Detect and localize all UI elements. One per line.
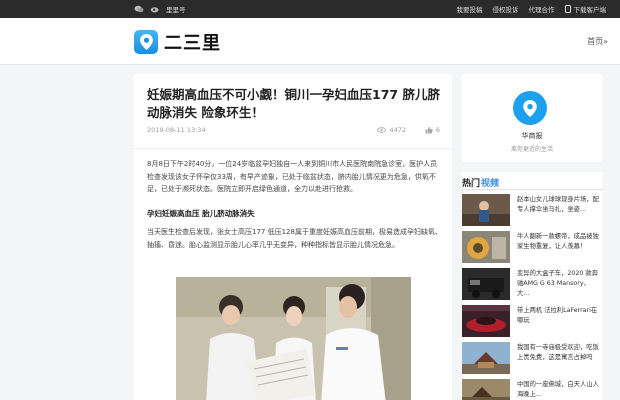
video-item[interactable]: 变异的大盒子车，2020 款奔驰AMG G 63 Mansory，大... — [462, 268, 602, 302]
article-card: 妊娠期高血压不可小觑！铜川一孕妇血压177 脐儿脐动脉消失 险象环生！ 2019… — [134, 74, 452, 400]
location-pin-icon — [134, 30, 158, 54]
video-thumbnail — [462, 379, 510, 400]
video-thumbnail — [462, 268, 510, 300]
article-subheading: 孕妇妊娠高血压 胎儿脐动脉消失 — [147, 209, 255, 218]
article-title: 妊娠期高血压不可小觑！铜川一孕妇血压177 脐儿脐动脉消失 险象环生！ — [147, 87, 440, 120]
weibo-icon[interactable] — [150, 5, 160, 13]
author-name[interactable]: 华商报 — [462, 131, 602, 141]
publish-date: 2019-08-11 13:34 — [147, 126, 206, 134]
hot-videos-panel: 热门 视频 赵本山女儿球球现身片场，配专人撑伞坐马扎，坐姿... 牛人翻新一款螺帝… — [462, 172, 602, 400]
home-link[interactable]: 首页» — [587, 36, 608, 47]
video-title: 变异的大盒子车，2020 款奔驰AMG G 63 Mansory，大... — [517, 270, 598, 297]
location-pin-icon — [523, 99, 537, 117]
download-app-label: 下载客户端 — [573, 6, 607, 14]
site-name-link[interactable]: 里里号 — [166, 4, 186, 14]
video-title: 带上两机 法拉利LaFerrari在哪玩 — [517, 307, 598, 324]
hot-videos-heading: 热门 视频 — [462, 176, 499, 189]
video-item[interactable]: 赵本山女儿球球现身片场，配专人撑伞坐马扎，坐姿... — [462, 194, 602, 228]
thumbs-up-icon — [425, 126, 433, 134]
logo-text: 二三里 — [164, 33, 221, 54]
hot-videos-heading-part2: 视频 — [481, 179, 500, 189]
download-app-link[interactable]: 下载客户端 — [564, 4, 607, 14]
top-bar-links: 我要投稿 侵权投诉 代理合作 下载客户端 — [457, 0, 607, 18]
video-title: 我国有一寺庙极受欢迎，吃饭上贵免费，这是寓言占掉吗 — [517, 344, 599, 361]
author-avatar[interactable] — [513, 91, 547, 125]
top-bar: 里里号 我要投稿 侵权投诉 代理合作 下载客户端 — [0, 0, 620, 18]
author-description: 离你更近的生活 — [510, 146, 553, 153]
wechat-icon[interactable] — [134, 5, 144, 13]
author-profile-card: 华商报 离你更近的生活 — [462, 74, 602, 162]
like-button[interactable]: 6 — [425, 126, 440, 134]
article-photo — [176, 277, 411, 400]
video-thumbnail — [462, 305, 510, 337]
video-thumbnail — [462, 231, 510, 263]
like-count: 6 — [435, 126, 440, 134]
agency-cooperation-link[interactable]: 代理合作 — [529, 4, 555, 14]
site-logo[interactable]: 二三里 — [134, 29, 221, 55]
video-item[interactable]: 中国的一座佛城，白天人山人海晚上... — [462, 379, 602, 400]
view-count: 4472 — [377, 126, 406, 134]
phone-icon — [564, 5, 571, 13]
copyright-complaint-link[interactable]: 侵权投诉 — [493, 4, 519, 14]
video-title: 牛人翻新一款螺帝，成品被独家生物重复，让人羡慕！ — [517, 233, 599, 250]
video-title: 赵本山女儿球球现身片场，配专人撑伞坐马扎，坐姿... — [517, 196, 599, 213]
article-paragraph: 当天医生检查后发现，张女士高压177 低压128属于重度妊娠高血压前期，极易造成… — [147, 228, 442, 249]
video-item[interactable]: 带上两机 法拉利LaFerrari在哪玩 — [462, 305, 602, 339]
video-item[interactable]: 我国有一寺庙极受欢迎，吃饭上贵免费，这是寓言占掉吗 — [462, 342, 602, 376]
video-item[interactable]: 牛人翻新一款螺帝，成品被独家生物重复，让人羡慕！ — [462, 231, 602, 265]
site-header: 二三里 首页» — [0, 18, 620, 65]
video-title: 中国的一座佛城，白天人山人海晚上... — [517, 381, 599, 398]
submit-article-link[interactable]: 我要投稿 — [457, 4, 483, 14]
hot-videos-divider — [462, 189, 602, 190]
hot-videos-heading-part1: 热门 — [462, 179, 481, 189]
video-thumbnail — [462, 194, 510, 226]
top-bar-left: 里里号 — [134, 0, 186, 18]
article-meta: 2019-08-11 13:34 4472 6 — [147, 126, 440, 136]
title-divider — [134, 148, 452, 149]
video-thumbnail — [462, 342, 510, 374]
article-paragraph: 8月8日下午2时40分，一位24岁临盆孕妇独自一人来到铜川市人民医院南院急诊室，… — [147, 160, 438, 193]
eye-icon — [377, 127, 387, 133]
view-count-value: 4472 — [389, 126, 406, 134]
